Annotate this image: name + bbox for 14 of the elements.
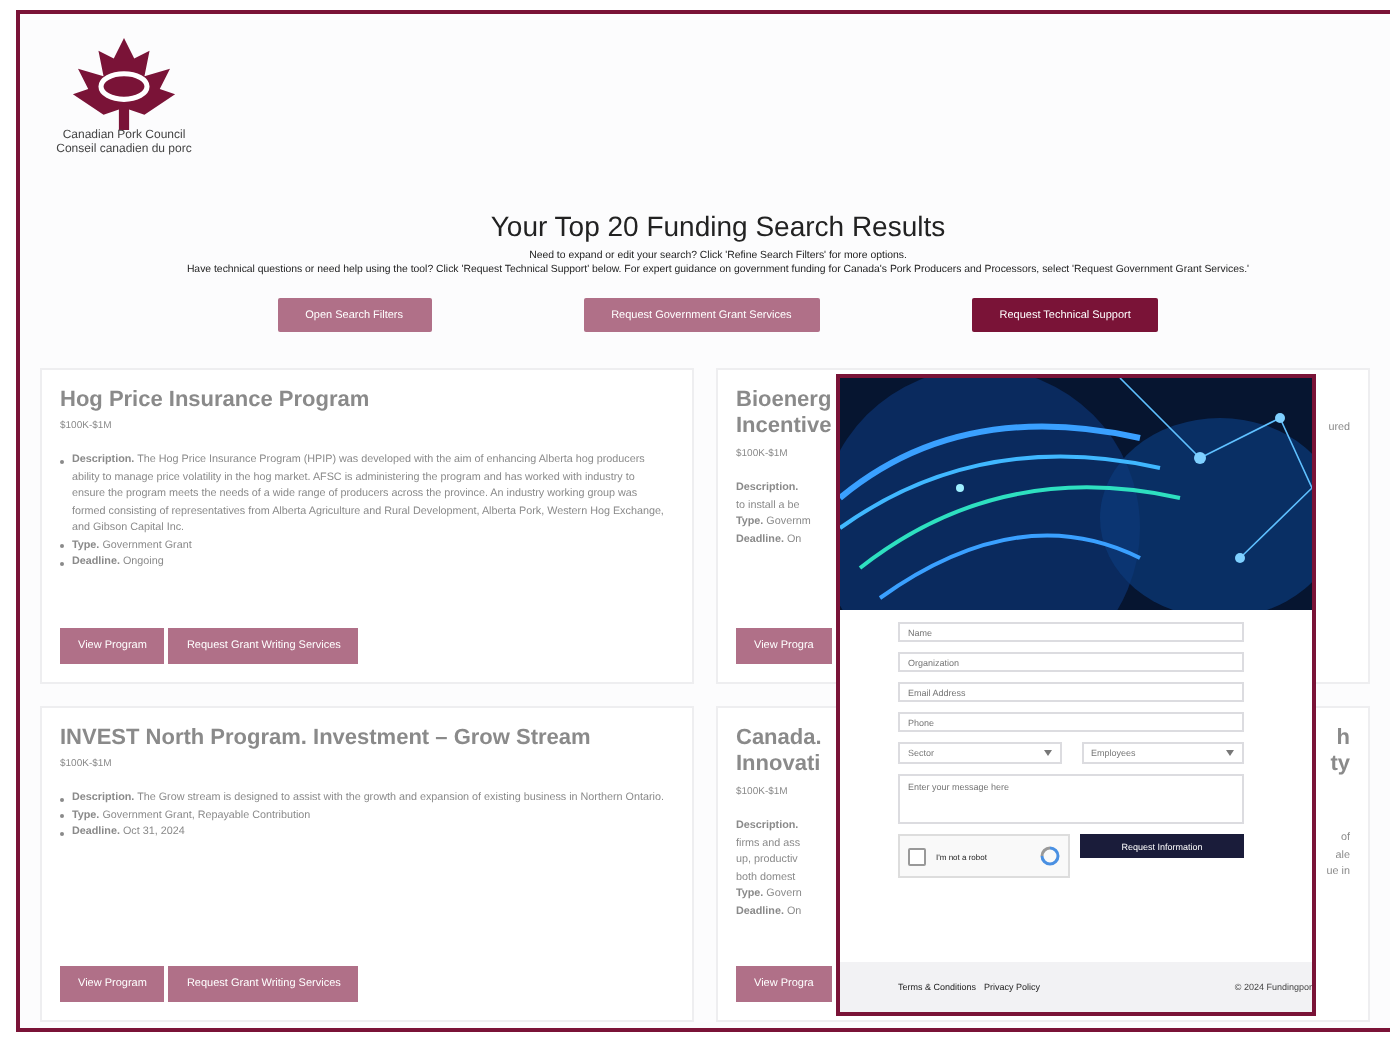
- checkbox[interactable]: [908, 847, 926, 865]
- program-title: h: [1336, 726, 1350, 752]
- program-title: ty: [1330, 752, 1350, 778]
- chevron-down-icon: [1226, 750, 1234, 756]
- maple-leaf-logo-icon: [72, 38, 176, 130]
- program-title: INVEST North Program. Investment – Grow Stream: [60, 726, 593, 750]
- program-title: Innovati: [736, 752, 822, 778]
- chevron-down-icon: [1043, 750, 1051, 756]
- program-title: Bioenerg: [736, 388, 832, 414]
- program-title: Incentive: [736, 414, 832, 440]
- recaptcha-icon: [1040, 846, 1060, 866]
- page-heading: Your Top 20 Funding Search Results: [488, 210, 948, 242]
- program-title: Canada.: [736, 726, 822, 752]
- program-title: Hog Price Insurance Program: [60, 388, 372, 412]
